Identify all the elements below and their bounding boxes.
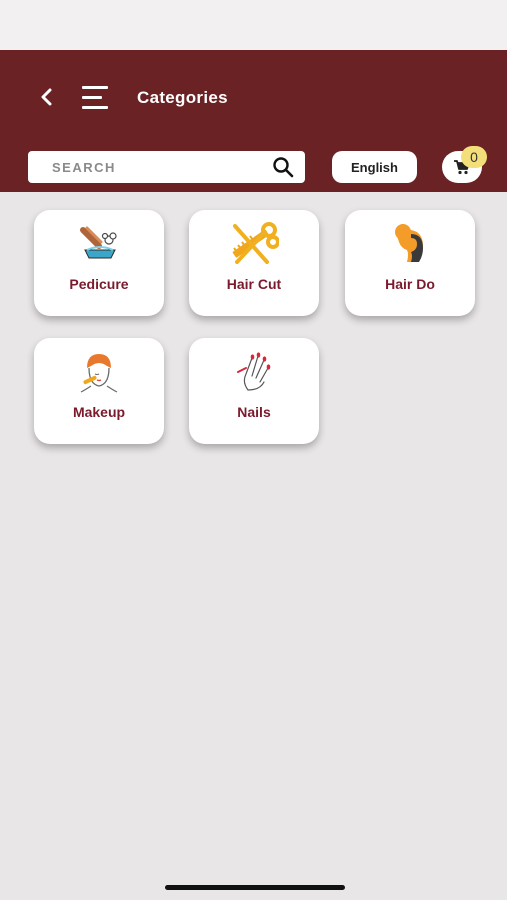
menu-icon-line xyxy=(82,86,108,89)
cart-count-badge: 0 xyxy=(461,146,487,168)
search-bar[interactable] xyxy=(28,151,305,183)
category-card-hair-do[interactable]: Hair Do xyxy=(345,210,475,316)
menu-icon-line xyxy=(82,106,108,109)
home-indicator[interactable] xyxy=(165,885,345,890)
app-header: Categories English 0 xyxy=(0,50,507,192)
category-card-hair-cut[interactable]: Hair Cut xyxy=(189,210,319,316)
status-bar xyxy=(0,0,507,50)
category-label: Makeup xyxy=(72,404,126,420)
search-icon[interactable] xyxy=(271,155,295,179)
scissors-comb-icon xyxy=(229,222,279,266)
pedicure-icon xyxy=(74,222,124,266)
makeup-face-icon xyxy=(74,350,124,394)
category-label: Pedicure xyxy=(69,276,129,292)
search-input[interactable] xyxy=(52,159,271,175)
page-title: Categories xyxy=(137,88,228,107)
category-label: Nails xyxy=(237,404,271,420)
back-button[interactable] xyxy=(30,80,64,114)
menu-button[interactable] xyxy=(82,84,114,112)
chevron-left-icon xyxy=(41,88,52,106)
menu-icon-line xyxy=(82,96,102,99)
manicure-hand-icon xyxy=(229,350,279,394)
category-label: Hair Do xyxy=(385,276,435,292)
category-card-makeup[interactable]: Makeup xyxy=(34,338,164,444)
category-card-nails[interactable]: Nails xyxy=(189,338,319,444)
hairstyle-icon xyxy=(385,222,435,266)
category-card-pedicure[interactable]: Pedicure xyxy=(34,210,164,316)
category-label: Hair Cut xyxy=(226,276,282,292)
language-selector[interactable]: English xyxy=(332,151,417,183)
